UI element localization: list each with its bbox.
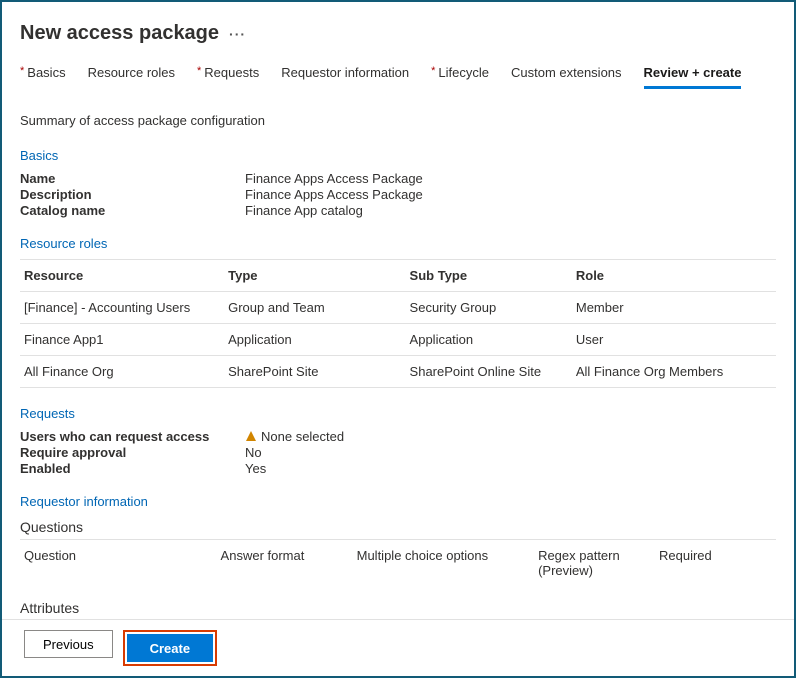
table-row: [Finance] - Accounting UsersGroup and Te… bbox=[20, 292, 776, 324]
table-cell: Member bbox=[572, 292, 776, 324]
section-requestor-info-header: Requestor information bbox=[20, 494, 776, 509]
summary-intro: Summary of access package configuration bbox=[20, 113, 776, 128]
table-cell: Application bbox=[406, 324, 572, 356]
basics-name-label: Name bbox=[20, 171, 245, 186]
table-cell: Security Group bbox=[406, 292, 572, 324]
requests-enabled-value: Yes bbox=[245, 461, 776, 476]
create-highlight: Create bbox=[123, 630, 217, 666]
table-cell: SharePoint Online Site bbox=[406, 356, 572, 388]
tab-requestor-info[interactable]: Requestor information bbox=[281, 65, 409, 89]
q-col-regex: Regex pattern (Preview) bbox=[534, 540, 655, 587]
tab-custom-extensions[interactable]: Custom extensions bbox=[511, 65, 622, 89]
table-cell: Group and Team bbox=[224, 292, 405, 324]
q-col-required: Required bbox=[655, 540, 776, 587]
requests-approval-label: Require approval bbox=[20, 445, 245, 460]
section-basics-header: Basics bbox=[20, 148, 776, 163]
basics-catalog-value: Finance App catalog bbox=[245, 203, 776, 218]
tab-basics[interactable]: Basics bbox=[20, 65, 66, 89]
page-title-text: New access package bbox=[20, 22, 219, 45]
create-button[interactable]: Create bbox=[127, 634, 213, 662]
table-row: All Finance OrgSharePoint SiteSharePoint… bbox=[20, 356, 776, 388]
requests-enabled-label: Enabled bbox=[20, 461, 245, 476]
basics-name-value: Finance Apps Access Package bbox=[245, 171, 776, 186]
tab-review-create[interactable]: Review + create bbox=[644, 65, 742, 89]
requests-approval-value: No bbox=[245, 445, 776, 460]
table-cell: User bbox=[572, 324, 776, 356]
section-requests-header: Requests bbox=[20, 406, 776, 421]
basics-description-label: Description bbox=[20, 187, 245, 202]
table-cell: SharePoint Site bbox=[224, 356, 405, 388]
questions-table: Question Answer format Multiple choice o… bbox=[20, 539, 776, 586]
section-resource-roles-header: Resource roles bbox=[20, 236, 776, 251]
q-col-question: Question bbox=[20, 540, 217, 587]
attributes-subheader: Attributes bbox=[20, 600, 776, 616]
table-cell: Finance App1 bbox=[20, 324, 224, 356]
tab-lifecycle[interactable]: Lifecycle bbox=[431, 65, 489, 89]
tab-requests[interactable]: Requests bbox=[197, 65, 259, 89]
page-title-more-icon[interactable]: ··· bbox=[229, 26, 246, 42]
rr-col-role: Role bbox=[572, 260, 776, 292]
requests-users-value: None selected bbox=[261, 429, 344, 444]
rr-col-type: Type bbox=[224, 260, 405, 292]
footer-bar: Previous Create bbox=[2, 619, 794, 676]
previous-button[interactable]: Previous bbox=[24, 630, 113, 658]
table-cell: Application bbox=[224, 324, 405, 356]
warning-icon bbox=[245, 429, 257, 444]
table-cell: [Finance] - Accounting Users bbox=[20, 292, 224, 324]
tab-bar: Basics Resource roles Requests Requestor… bbox=[20, 65, 776, 89]
table-row: Finance App1ApplicationApplicationUser bbox=[20, 324, 776, 356]
page-title: New access package ··· bbox=[20, 22, 776, 45]
questions-subheader: Questions bbox=[20, 519, 776, 535]
q-col-answer-format: Answer format bbox=[217, 540, 353, 587]
basics-catalog-label: Catalog name bbox=[20, 203, 245, 218]
basics-description-value: Finance Apps Access Package bbox=[245, 187, 776, 202]
rr-col-subtype: Sub Type bbox=[406, 260, 572, 292]
tab-resource-roles[interactable]: Resource roles bbox=[88, 65, 175, 89]
rr-col-resource: Resource bbox=[20, 260, 224, 292]
table-cell: All Finance Org bbox=[20, 356, 224, 388]
table-cell: All Finance Org Members bbox=[572, 356, 776, 388]
q-col-multiple-choice: Multiple choice options bbox=[353, 540, 534, 587]
resource-roles-table: Resource Type Sub Type Role [Finance] - … bbox=[20, 259, 776, 388]
requests-users-label: Users who can request access bbox=[20, 429, 245, 444]
